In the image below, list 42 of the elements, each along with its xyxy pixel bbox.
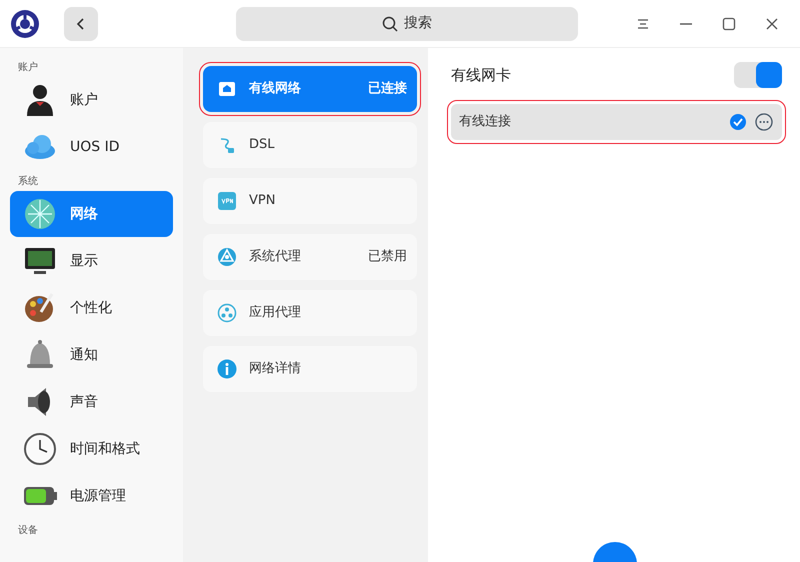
minimize-icon: [680, 22, 692, 24]
sidebar-item[interactable]: 账户: [10, 77, 173, 123]
section-title: 有线网卡: [451, 64, 511, 86]
section-header: 系统: [18, 174, 39, 189]
more-icon: [755, 113, 773, 131]
network-menu-item[interactable]: 系统代理 已禁用: [203, 234, 417, 280]
search-icon: [382, 16, 398, 32]
back-button[interactable]: [64, 6, 98, 40]
vpn-icon: [217, 191, 237, 211]
app-logo-icon: [10, 8, 40, 38]
network-menu-item[interactable]: 网络详情: [203, 346, 417, 392]
network-menu-item[interactable]: DSL: [203, 122, 417, 168]
maximize-icon: [721, 16, 737, 32]
toggle-switch[interactable]: [734, 62, 782, 88]
network-menu-item[interactable]: 有线网络 已连接: [203, 66, 417, 112]
section-header: 设备: [18, 524, 39, 538]
dots-circle-icon: [217, 303, 237, 323]
sidebar-item[interactable]: UOS ID: [10, 124, 173, 170]
search-field[interactable]: 搜索: [236, 6, 578, 40]
network-menu-item[interactable]: 应用代理: [203, 290, 417, 336]
network-menu-item[interactable]: VPN: [203, 178, 417, 224]
sidebar-item[interactable]: 电源管理: [10, 473, 173, 519]
status-label: 已连接: [368, 80, 407, 98]
info-icon: [217, 359, 237, 379]
close-icon: [764, 16, 780, 32]
sidebar-item[interactable]: 声音: [10, 379, 173, 425]
globe-icon: [22, 196, 58, 232]
sidebar-item[interactable]: 显示: [10, 238, 173, 284]
status-label: 已禁用: [368, 248, 407, 266]
clock-icon: [22, 431, 58, 467]
connection-label: 有线连接: [459, 113, 511, 132]
chevron-left-icon: [76, 16, 86, 30]
sidebar-item[interactable]: 时间和格式: [10, 426, 173, 472]
section-header: 账户: [18, 60, 39, 75]
ethernet-icon: [217, 79, 237, 99]
more-button[interactable]: [754, 112, 774, 132]
search-placeholder: 搜索: [404, 14, 432, 33]
sidebar-item[interactable]: 网络: [10, 191, 173, 237]
connection-row[interactable]: 有线连接: [451, 104, 782, 140]
sidebar-item[interactable]: 个性化: [10, 285, 173, 331]
proxy-icon: [217, 247, 237, 267]
sidebar-item[interactable]: 通知: [10, 332, 173, 378]
